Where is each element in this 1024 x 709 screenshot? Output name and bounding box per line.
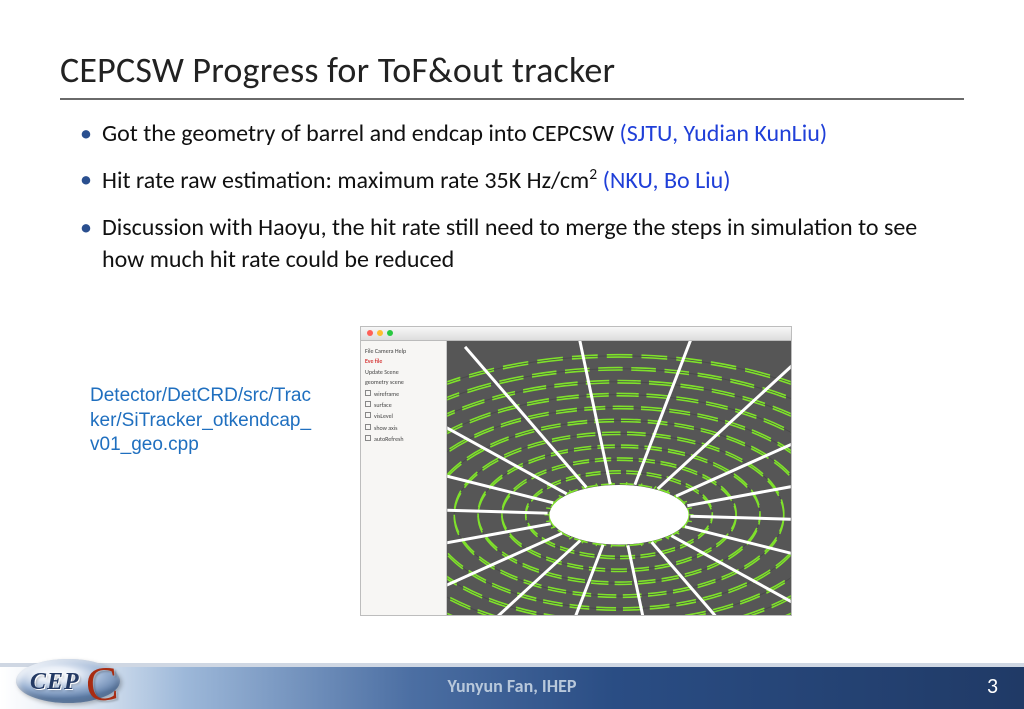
checkbox-icon bbox=[365, 435, 371, 441]
sidebar-check-row: surface bbox=[365, 401, 442, 409]
sidebar-check-row: autoRefresh bbox=[365, 435, 442, 443]
bullet-credit: (SJTU, Yudian KunLiu) bbox=[619, 119, 827, 148]
bullet-text: Hit rate raw estimation: maximum rate 35… bbox=[102, 166, 589, 195]
bullet-text: Got the geometry of barrel and endcap in… bbox=[102, 119, 619, 148]
bullet-credit: (NKU, Bo Liu) bbox=[603, 166, 731, 195]
check-label: autoRefresh bbox=[374, 435, 404, 443]
slide: CEPCSW Progress for ToF&out tracker Got … bbox=[0, 0, 1024, 709]
detector-figure: File Camera Help Eve file Update Scene g… bbox=[360, 326, 792, 616]
page-number: 3 bbox=[987, 672, 998, 699]
footer: CEP C Yunyun Fan, IHEP 3 bbox=[0, 657, 1024, 709]
code-path-note: Detector/DetCRD/src/Tracker/SiTracker_ot… bbox=[90, 384, 320, 458]
figure-body: File Camera Help Eve file Update Scene g… bbox=[361, 341, 791, 615]
check-label: wireframe bbox=[374, 390, 399, 398]
bullet-item: Discussion with Haoyu, the hit rate stil… bbox=[80, 212, 964, 277]
bullet-list: Got the geometry of barrel and endcap in… bbox=[80, 118, 964, 291]
checkbox-icon bbox=[365, 390, 371, 396]
title-underline bbox=[60, 98, 964, 100]
check-label: visLevel bbox=[374, 412, 393, 420]
sidebar-line: geometry scene bbox=[365, 378, 442, 386]
check-label: show axis bbox=[374, 424, 397, 432]
bullet-text: Discussion with Haoyu, the hit rate stil… bbox=[102, 213, 917, 274]
detector-svg bbox=[447, 341, 791, 615]
checkbox-icon bbox=[365, 424, 371, 430]
checkbox-icon bbox=[365, 412, 371, 418]
sidebar-line: File Camera Help bbox=[365, 347, 442, 355]
figure-viewport bbox=[447, 341, 791, 615]
title-area: CEPCSW Progress for ToF&out tracker bbox=[60, 48, 964, 100]
sidebar-check-row: wireframe bbox=[365, 390, 442, 398]
slide-title: CEPCSW Progress for ToF&out tracker bbox=[60, 48, 964, 92]
sidebar-line: Eve file bbox=[365, 357, 442, 365]
sidebar-line: Update Scene bbox=[365, 368, 442, 376]
bullet-item: Hit rate raw estimation: maximum rate 35… bbox=[80, 164, 964, 197]
bullet-item: Got the geometry of barrel and endcap in… bbox=[80, 118, 964, 150]
checkbox-icon bbox=[365, 401, 371, 407]
sidebar-check-row: visLevel bbox=[365, 412, 442, 420]
figure-sidebar: File Camera Help Eve file Update Scene g… bbox=[361, 341, 447, 615]
superscript: 2 bbox=[589, 165, 597, 184]
figure-titlebar bbox=[361, 327, 791, 341]
footer-author: Yunyun Fan, IHEP bbox=[0, 675, 1024, 697]
check-label: surface bbox=[374, 401, 392, 409]
sidebar-check-row: show axis bbox=[365, 424, 442, 432]
